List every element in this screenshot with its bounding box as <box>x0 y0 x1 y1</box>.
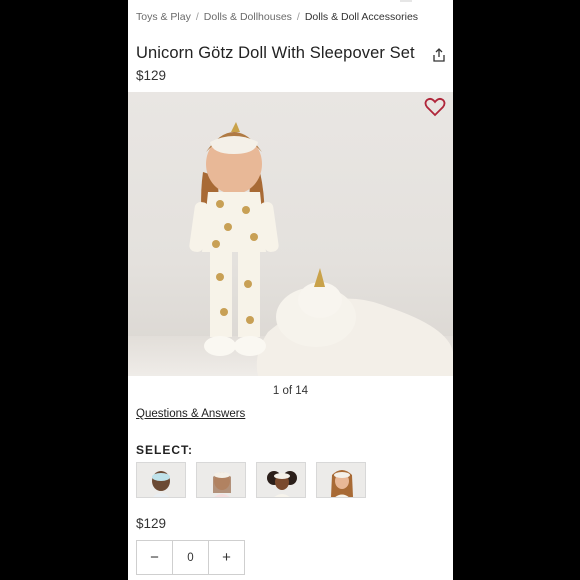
select-label: SELECT: <box>136 443 194 457</box>
questions-answers-link[interactable]: Questions & Answers <box>136 408 245 420</box>
product-page: Toys & Play / Dolls & Dollhouses / Dolls & D… <box>128 0 453 580</box>
breadcrumb-toys-play[interactable]: Toys & Play <box>136 11 191 23</box>
variant-swatches <box>136 462 366 498</box>
purchase-price: $129 <box>136 516 167 531</box>
product-title: Unicorn Götz Doll With Sleepover Set <box>136 44 415 62</box>
top-divider <box>400 0 412 2</box>
decrease-quantity-button[interactable]: − <box>137 541 172 574</box>
breadcrumb-separator: / <box>296 11 300 23</box>
quantity-stepper: − 0 + <box>136 540 245 575</box>
increase-quantity-button[interactable]: + <box>209 541 244 574</box>
doll-thumbnail <box>137 463 185 497</box>
product-price: $129 <box>136 68 167 83</box>
breadcrumb-dolls-dollhouses[interactable]: Dolls & Dollhouses <box>204 11 292 23</box>
variant-swatch-4[interactable] <box>316 462 366 498</box>
product-image[interactable] <box>128 92 453 376</box>
doll-thumbnail <box>257 463 305 497</box>
variant-swatch-3[interactable] <box>256 462 306 498</box>
breadcrumb-separator: / <box>195 11 199 23</box>
variant-swatch-1[interactable] <box>136 462 186 498</box>
heart-icon[interactable] <box>424 97 446 117</box>
doll-thumbnail <box>197 463 245 497</box>
breadcrumb: Toys & Play / Dolls & Dollhouses / Dolls & D… <box>136 11 449 23</box>
quantity-input[interactable]: 0 <box>172 541 209 574</box>
doll-thumbnail <box>317 463 365 497</box>
doll-illustration <box>189 122 453 376</box>
share-icon[interactable] <box>431 47 447 63</box>
variant-swatch-2[interactable] <box>196 462 246 498</box>
image-counter: 1 of 14 <box>272 385 309 397</box>
breadcrumb-dolls-accessories[interactable]: Dolls & Doll Accessories <box>305 11 418 23</box>
